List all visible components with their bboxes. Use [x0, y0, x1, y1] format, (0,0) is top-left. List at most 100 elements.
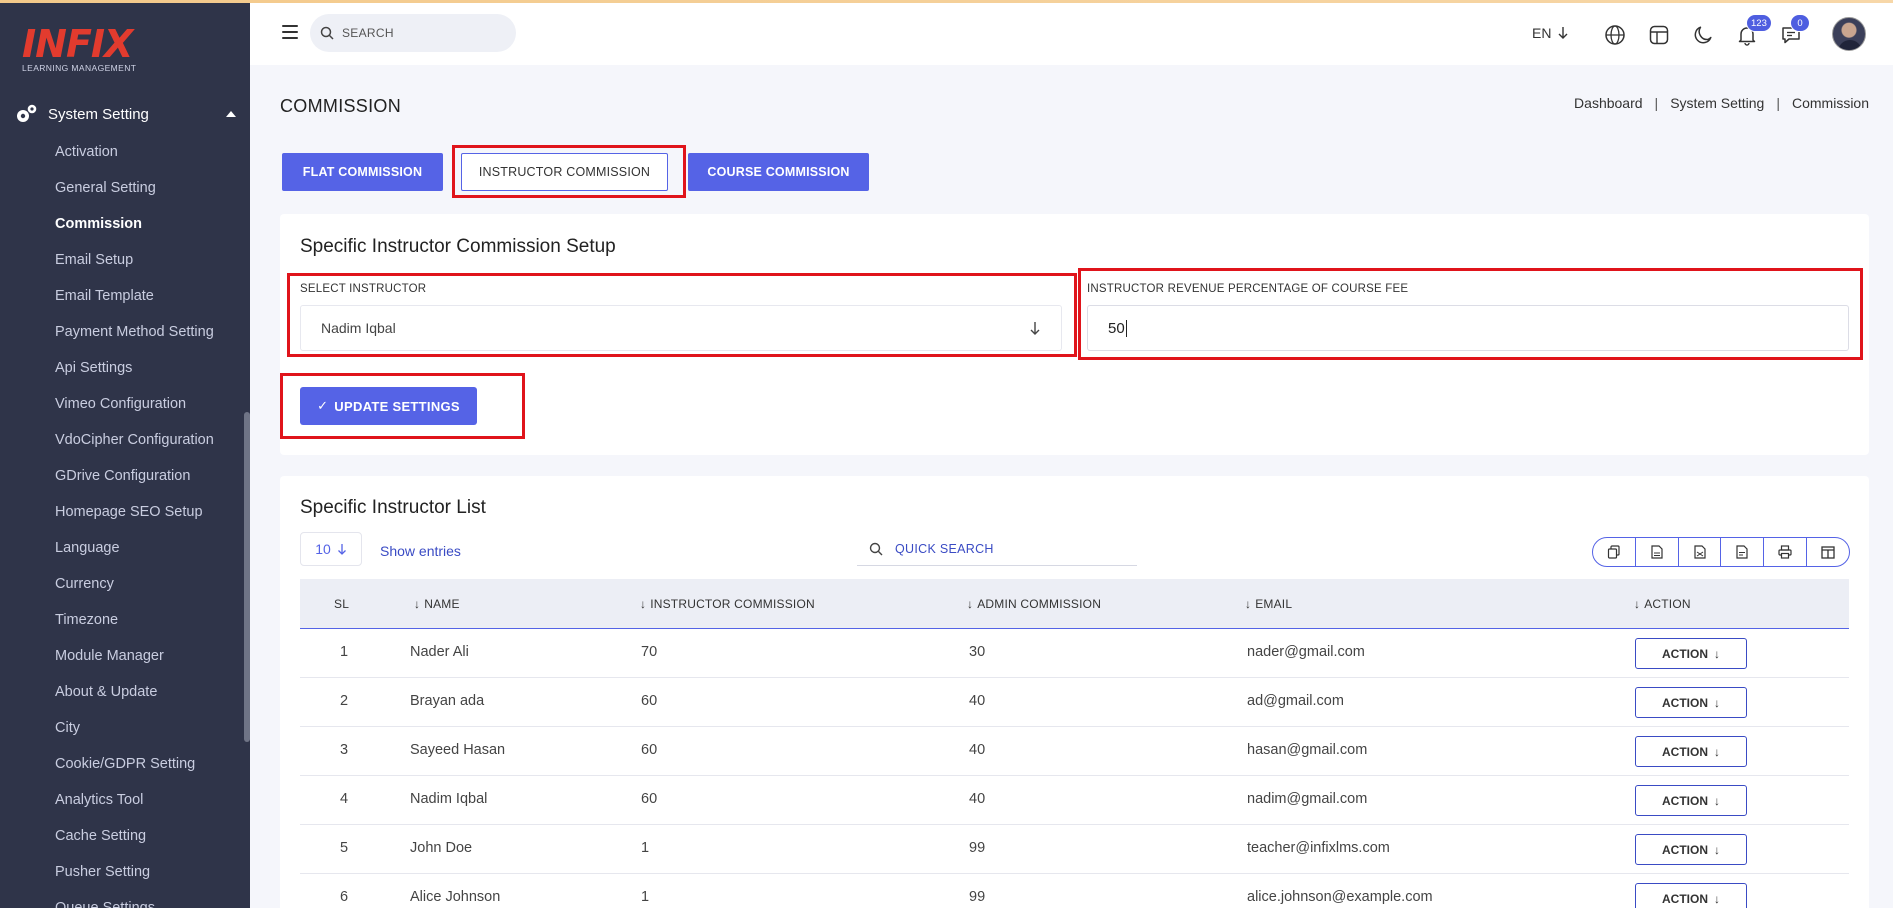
sidebar-item-queue-settings[interactable]: Queue Settings: [55, 896, 214, 908]
table-row: 4 Nadim Iqbal 60 40 nadim@gmail.com ACTI…: [300, 776, 1849, 825]
sidebar-item-language[interactable]: Language: [55, 536, 214, 572]
menu-toggle-icon[interactable]: [282, 25, 298, 39]
revenue-percentage-value: 50: [1108, 319, 1125, 337]
sidebar-item-homepage-seo-setup[interactable]: Homepage SEO Setup: [55, 500, 214, 536]
cell-admin-commission: 40: [969, 742, 986, 758]
sidebar-section-label: System Setting: [48, 105, 149, 123]
breadcrumb-commission: Commission: [1791, 95, 1869, 111]
notifications-badge: 123: [1746, 14, 1772, 32]
sidebar-item-commission[interactable]: Commission: [55, 212, 214, 248]
search-icon: [320, 26, 334, 40]
layout-icon[interactable]: [1646, 22, 1672, 48]
update-settings-button[interactable]: ✓ UPDATE SETTINGS: [300, 387, 477, 425]
cell-email: teacher@infixlms.com: [1247, 840, 1390, 856]
sidebar-item-activation[interactable]: Activation: [55, 140, 214, 176]
page-title: COMMISSION: [280, 96, 402, 116]
moon-icon[interactable]: [1690, 22, 1716, 48]
arrow-down-icon: ↓: [1714, 891, 1720, 906]
excel-icon[interactable]: [1679, 538, 1722, 566]
sidebar-item-currency[interactable]: Currency: [55, 572, 214, 608]
cell-instructor-commission: 1: [641, 889, 650, 905]
brand-logo[interactable]: INFIX LEARNING MANAGEMENT: [22, 24, 136, 73]
cell-email: ad@gmail.com: [1247, 693, 1344, 709]
sidebar-item-about-update[interactable]: About & Update: [55, 680, 214, 716]
arrow-down-icon: ↓: [1714, 646, 1720, 661]
breadcrumb-system-setting[interactable]: System Setting: [1670, 95, 1764, 111]
sidebar-section-system-setting[interactable]: System Setting: [14, 102, 236, 126]
sidebar-item-api-settings[interactable]: Api Settings: [55, 356, 214, 392]
top-header: SEARCH EN 123 0: [250, 3, 1893, 65]
action-button[interactable]: ACTION ↓: [1635, 736, 1747, 767]
cell-name: Nader Ali: [410, 644, 469, 660]
cell-instructor-commission: 1: [641, 840, 650, 856]
column-header-email[interactable]: ↓ EMAIL: [1245, 597, 1292, 611]
action-button[interactable]: ACTION ↓: [1635, 834, 1747, 865]
breadcrumb-dashboard[interactable]: Dashboard: [1574, 95, 1643, 111]
cell-instructor-commission: 60: [641, 693, 658, 709]
sidebar-menu: Activation General Setting Commission Em…: [55, 140, 214, 908]
select-instructor-dropdown[interactable]: Nadim Iqbal: [300, 305, 1062, 351]
globe-icon[interactable]: [1602, 22, 1628, 48]
top-accent-bar: [0, 0, 1893, 3]
tab-flat-commission[interactable]: FLAT COMMISSION: [282, 153, 443, 191]
quick-search-placeholder: QUICK SEARCH: [895, 541, 994, 556]
sort-arrow-icon: ↓: [967, 597, 974, 611]
sidebar-item-vdocipher-configuration[interactable]: VdoCipher Configuration: [55, 428, 214, 464]
sidebar-item-general-setting[interactable]: General Setting: [55, 176, 214, 212]
action-button[interactable]: ACTION ↓: [1635, 687, 1747, 718]
sidebar-item-payment-method-setting[interactable]: Payment Method Setting: [55, 320, 214, 356]
column-header-name[interactable]: ↓ NAME: [414, 597, 460, 611]
pdf-icon[interactable]: [1721, 538, 1765, 566]
tab-course-commission[interactable]: COURSE COMMISSION: [688, 153, 869, 191]
page-size-select[interactable]: 10: [300, 532, 362, 566]
sidebar-item-gdrive-configuration[interactable]: GDrive Configuration: [55, 464, 214, 500]
sidebar-item-email-template[interactable]: Email Template: [55, 284, 214, 320]
action-button[interactable]: ACTION ↓: [1635, 638, 1747, 669]
messages-button[interactable]: 0: [1778, 14, 1810, 48]
sidebar-item-vimeo-configuration[interactable]: Vimeo Configuration: [55, 392, 214, 428]
cell-admin-commission: 99: [969, 840, 986, 856]
quick-search-input[interactable]: QUICK SEARCH: [857, 532, 1137, 566]
table-row: 6 Alice Johnson 1 99 alice.johnson@examp…: [300, 874, 1849, 908]
sidebar-item-analytics-tool[interactable]: Analytics Tool: [55, 788, 214, 824]
language-selector[interactable]: EN: [1532, 25, 1569, 41]
action-button[interactable]: ACTION ↓: [1635, 883, 1747, 908]
action-button[interactable]: ACTION ↓: [1635, 785, 1747, 816]
sidebar-item-timezone[interactable]: Timezone: [55, 608, 214, 644]
column-header-sl[interactable]: SL: [334, 597, 349, 611]
sidebar-item-pusher-setting[interactable]: Pusher Setting: [55, 860, 214, 896]
sidebar-item-cache-setting[interactable]: Cache Setting: [55, 824, 214, 860]
column-header-admin-commission[interactable]: ↓ ADMIN COMMISSION: [967, 597, 1101, 611]
print-icon[interactable]: [1764, 538, 1808, 566]
columns-icon[interactable]: [1807, 538, 1849, 566]
cell-admin-commission: 40: [969, 693, 986, 709]
sidebar-scrollbar[interactable]: [244, 412, 250, 742]
cell-email: nader@gmail.com: [1247, 644, 1365, 660]
arrow-down-icon: ↓: [1714, 695, 1720, 710]
copy-icon[interactable]: [1593, 538, 1636, 566]
update-settings-label: UPDATE SETTINGS: [334, 398, 460, 414]
cell-sl: 4: [340, 791, 349, 807]
avatar[interactable]: [1832, 17, 1866, 51]
select-instructor-value: Nadim Iqbal: [321, 320, 396, 336]
cell-instructor-commission: 60: [641, 791, 658, 807]
column-header-instructor-commission[interactable]: ↓ INSTRUCTOR COMMISSION: [640, 597, 815, 611]
sidebar-item-module-manager[interactable]: Module Manager: [55, 644, 214, 680]
csv-icon[interactable]: [1636, 538, 1679, 566]
language-label: EN: [1532, 25, 1552, 41]
column-header-action[interactable]: ↓ ACTION: [1634, 597, 1691, 611]
breadcrumb-separator: |: [1654, 95, 1659, 111]
cell-name: Alice Johnson: [410, 889, 501, 905]
sidebar-item-city[interactable]: City: [55, 716, 214, 752]
cell-sl: 2: [340, 693, 349, 709]
sidebar-item-email-setup[interactable]: Email Setup: [55, 248, 214, 284]
search-input[interactable]: SEARCH: [310, 14, 516, 52]
revenue-percentage-input[interactable]: 50: [1087, 305, 1849, 351]
sidebar-item-cookie-gdpr-setting[interactable]: Cookie/GDPR Setting: [55, 752, 214, 788]
notifications-button[interactable]: 123: [1734, 14, 1772, 48]
arrow-down-icon: [337, 543, 346, 555]
export-button-group: [1592, 537, 1850, 567]
cell-email: nadim@gmail.com: [1247, 791, 1368, 807]
check-icon: ✓: [317, 398, 329, 413]
tab-instructor-commission[interactable]: INSTRUCTOR COMMISSION: [461, 153, 668, 191]
